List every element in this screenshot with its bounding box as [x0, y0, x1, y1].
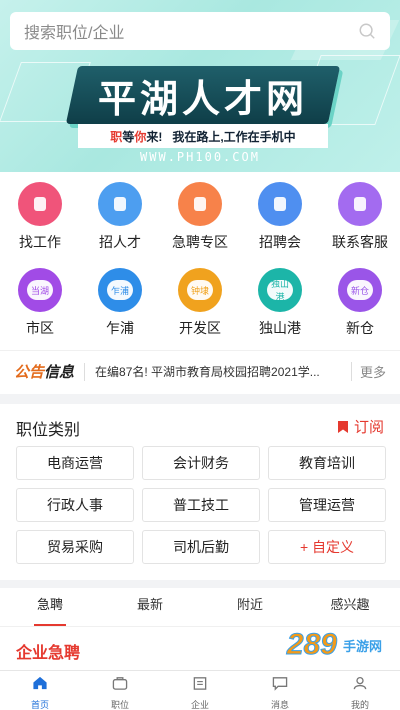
area-icon: 乍浦 [98, 268, 142, 312]
grid-item-7[interactable]: 钟埭 开发区 [160, 268, 240, 338]
category-button[interactable]: 会计财务 [142, 446, 260, 480]
grid-item-5[interactable]: 当湖 市区 [0, 268, 80, 338]
nav-briefcase[interactable]: 职位 [80, 671, 160, 710]
notice-tag: 公告信息 [14, 364, 75, 381]
grid-item-label: 市区 [26, 320, 54, 336]
grid-item-label: 找工作 [19, 234, 61, 250]
grid-item-label: 独山港 [259, 320, 301, 336]
search-bar[interactable]: 搜索职位/企业 [10, 12, 390, 50]
tab-3[interactable]: 感兴趣 [300, 588, 400, 626]
support-icon [338, 182, 382, 226]
message-icon [272, 677, 288, 691]
slogan-right: 我在路上,工作在手机中 [172, 129, 296, 144]
nav-label: 我的 [350, 700, 369, 710]
briefcase-icon [112, 677, 128, 690]
nav-label: 首页 [30, 700, 49, 710]
tab-2[interactable]: 附近 [200, 588, 300, 626]
notice-more-link[interactable]: 更多 [350, 362, 386, 381]
category-button[interactable]: 管理运营 [268, 488, 386, 522]
grid-item-label: 招聘会 [259, 234, 301, 250]
grid-item-label: 联系客服 [332, 234, 388, 250]
category-button[interactable]: 教育培训 [268, 446, 386, 480]
bookmark-icon [337, 420, 348, 433]
area-icon: 钟埭 [178, 268, 222, 312]
watermark-number: 289 [286, 628, 337, 662]
banner-title: 平湖人才网 [97, 78, 308, 121]
tie-icon [18, 182, 62, 226]
grid-item-0[interactable]: 找工作 [0, 182, 80, 252]
app-screen: 搜索职位/企业 平湖人才网 职等你来! 我在路上,工作在手机中 WWW.PH10… [0, 0, 400, 710]
category-button[interactable]: 贸易采购 [16, 530, 134, 564]
urgent-section-title: 企业急聘 [16, 645, 81, 662]
category-button[interactable]: 行政人事 [16, 488, 134, 522]
banner-url: WWW.PH100.COM [140, 150, 260, 164]
watermark-site: 手游网 [342, 638, 382, 654]
home-icon [33, 676, 47, 690]
person-icon [98, 182, 142, 226]
profile-icon [353, 676, 367, 690]
grid-item-label: 招人才 [99, 234, 141, 250]
grid-item-label: 乍浦 [106, 320, 134, 336]
category-title: 职位类别 [16, 422, 81, 439]
area-icon: 独山港 [258, 268, 302, 312]
job-category-card: 职位类别 订阅 电商运营 会计财务 教育培训行政人事 普工技工 管理运营贸易采购 司机后勤… [0, 404, 400, 580]
category-button[interactable]: 普工技工 [142, 488, 260, 522]
subscribe-button[interactable]: 订阅 [337, 416, 384, 437]
search-input[interactable]: 搜索职位/企业 [24, 19, 358, 43]
grid-item-9[interactable]: 新仓 新仓 [320, 268, 400, 338]
bottom-navigation: 首页 职位 企业 消息 我的 [0, 670, 400, 710]
handshake-icon [258, 182, 302, 226]
grid-item-label: 新仓 [346, 320, 374, 336]
area-badge: 独山港 [267, 279, 293, 302]
listing-tabs: 急聘 最新 附近 感兴趣 [0, 588, 400, 626]
area-badge: 当湖 [27, 280, 53, 300]
nav-label: 企业 [190, 700, 209, 710]
area-badge: 乍浦 [107, 280, 133, 300]
watermark: 289 手游网 [286, 628, 382, 662]
area-badge: 钟埭 [187, 280, 213, 300]
tab-0[interactable]: 急聘 [0, 588, 100, 626]
nav-label: 职位 [110, 700, 129, 710]
notice-bar[interactable]: 公告信息 在编87名! 平湖市教育局校园招聘2021学... 更多 [0, 350, 400, 392]
subscribe-label: 订阅 [353, 419, 384, 436]
category-button[interactable]: 司机后勤 [142, 530, 260, 564]
grid-item-3[interactable]: 招聘会 [240, 182, 320, 252]
tab-1[interactable]: 最新 [100, 588, 200, 626]
category-button[interactable]: 电商运营 [16, 446, 134, 480]
nav-label: 消息 [270, 700, 289, 710]
grid-item-2[interactable]: 急聘专区 [160, 182, 240, 252]
nav-profile[interactable]: 我的 [320, 671, 400, 710]
banner-slogan: 职等你来! 我在路上,工作在手机中 [78, 124, 328, 148]
grid-item-6[interactable]: 乍浦 乍浦 [80, 268, 160, 338]
grid-item-label: 急聘专区 [172, 234, 228, 250]
grid-item-8[interactable]: 独山港 独山港 [240, 268, 320, 338]
urgent-bag-icon [178, 182, 222, 226]
nav-home[interactable]: 首页 [0, 671, 80, 710]
building-icon [193, 677, 207, 690]
grid-item-4[interactable]: 联系客服 [320, 182, 400, 252]
custom-category-button[interactable]: + 自定义 [268, 530, 386, 564]
search-icon[interactable] [358, 22, 376, 40]
divider [84, 362, 86, 381]
area-badge: 新仓 [347, 280, 373, 300]
area-icon: 新仓 [338, 268, 382, 312]
slogan-left: 职等你来! [110, 129, 163, 144]
area-icon: 当湖 [18, 268, 62, 312]
nav-building[interactable]: 企业 [160, 671, 240, 710]
notice-text[interactable]: 在编87名! 平湖市教育局校园招聘2021学... [95, 363, 343, 380]
grid-item-label: 开发区 [179, 320, 221, 336]
hero-banner[interactable]: 搜索职位/企业 平湖人才网 职等你来! 我在路上,工作在手机中 WWW.PH10… [0, 0, 400, 172]
grid-item-1[interactable]: 招人才 [80, 182, 160, 252]
nav-message[interactable]: 消息 [240, 671, 320, 710]
